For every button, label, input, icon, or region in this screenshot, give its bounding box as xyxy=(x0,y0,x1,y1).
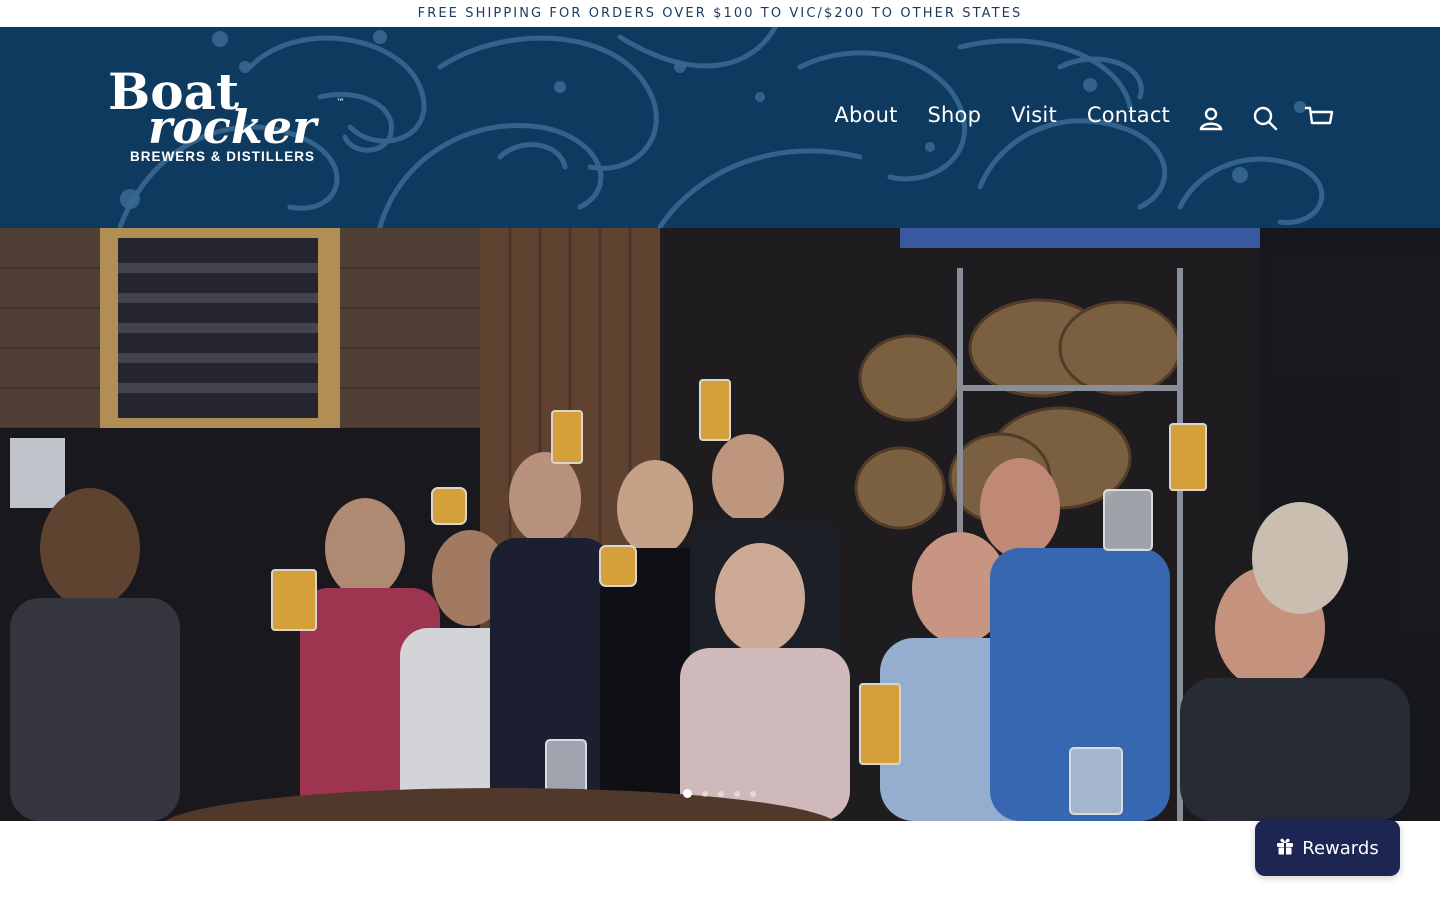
logo-line-2: rocker xyxy=(148,100,320,145)
slide-dot-3[interactable] xyxy=(718,790,724,797)
hero-overlay xyxy=(0,228,1440,821)
slide-dot-5[interactable] xyxy=(750,790,756,797)
announcement-bar: FREE SHIPPING FOR ORDERS OVER $100 TO VI… xyxy=(0,0,1440,27)
announcement-text: FREE SHIPPING FOR ORDERS OVER $100 TO VI… xyxy=(417,6,1023,21)
slide-dot-4[interactable] xyxy=(734,790,740,797)
logo-wordmark: Boat rocker ™ xyxy=(108,65,345,145)
rewards-button[interactable]: Rewards xyxy=(1255,820,1400,876)
logo-tagline: BREWERS & DISTILLERS xyxy=(130,149,316,164)
site-header: Boat rocker ™ BREWERS & DISTILLERS About… xyxy=(0,27,1440,228)
search-icon[interactable] xyxy=(1250,103,1280,133)
slide-dot-1[interactable] xyxy=(683,789,692,798)
account-icon[interactable] xyxy=(1196,103,1226,133)
nav-visit[interactable]: Visit xyxy=(1011,103,1057,127)
rewards-label: Rewards xyxy=(1302,837,1379,859)
logo-trademark: ™ xyxy=(336,98,345,108)
header-icons xyxy=(1196,103,1334,133)
hero-slideshow[interactable] xyxy=(0,228,1440,821)
main-nav: About Shop Visit Contact xyxy=(834,103,1170,127)
slide-dot-2[interactable] xyxy=(702,790,708,797)
nav-shop[interactable]: Shop xyxy=(928,103,982,127)
brand-logo[interactable]: Boat rocker ™ BREWERS & DISTILLERS xyxy=(108,65,358,175)
gift-icon xyxy=(1276,837,1294,860)
slideshow-dots xyxy=(683,789,756,798)
cart-icon[interactable] xyxy=(1304,103,1334,133)
nav-about[interactable]: About xyxy=(834,103,897,127)
nav-contact[interactable]: Contact xyxy=(1087,103,1170,127)
